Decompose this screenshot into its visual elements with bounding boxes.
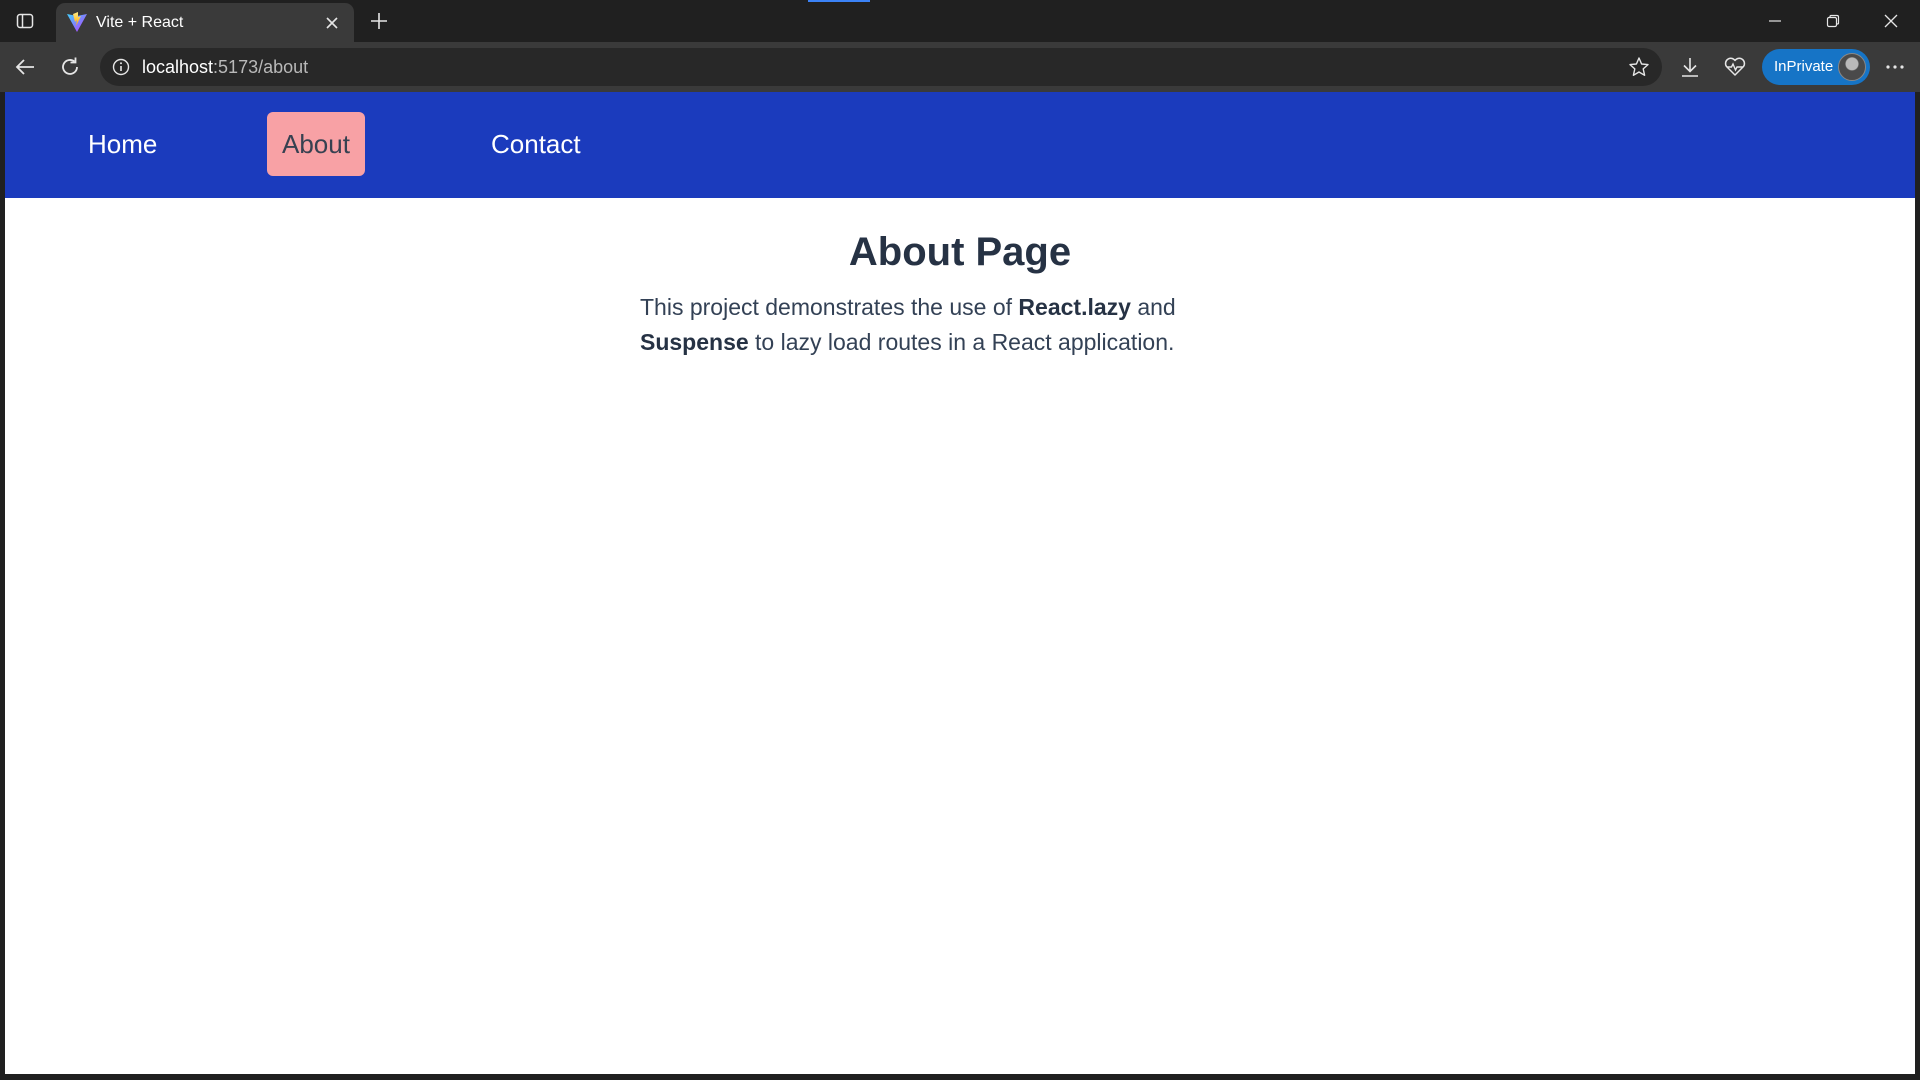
- refresh-icon[interactable]: [53, 50, 87, 84]
- title-bar: Vite + React: [0, 0, 1920, 43]
- inprivate-label: InPrivate: [1774, 58, 1834, 75]
- browser-toolbar: localhost:5173/about InPrivate: [0, 42, 1920, 92]
- url-host: localhost: [142, 57, 214, 77]
- minimize-icon[interactable]: [1752, 6, 1798, 36]
- tab-title: Vite + React: [96, 14, 184, 31]
- para-text-2: and: [1130, 294, 1176, 320]
- intro-paragraph: This project demonstrates the use of Rea…: [640, 290, 1280, 360]
- nav-link-about[interactable]: About: [267, 112, 365, 176]
- nav-link-home[interactable]: Home: [73, 112, 172, 176]
- plus-icon[interactable]: [364, 6, 394, 36]
- close-icon[interactable]: [320, 11, 344, 35]
- download-icon[interactable]: [1673, 50, 1707, 84]
- close-window-icon[interactable]: [1868, 6, 1914, 36]
- url-path: :5173/about: [213, 57, 309, 77]
- page-title: About Page: [848, 230, 1072, 274]
- star-icon[interactable]: [1626, 54, 1652, 80]
- back-icon[interactable]: [8, 50, 42, 84]
- navbar: Home About Contact: [5, 92, 1915, 198]
- avatar: [1838, 53, 1866, 81]
- sidebar-icon[interactable]: [12, 8, 38, 34]
- heartbeat-icon[interactable]: [1718, 50, 1752, 84]
- para-text-1: This project demonstrates the use of: [640, 294, 1019, 320]
- more-icon[interactable]: [1878, 50, 1912, 84]
- restore-icon[interactable]: [1810, 6, 1856, 36]
- vite-logo-icon: [66, 11, 90, 35]
- para-bold-react-lazy: React.lazy: [1018, 294, 1131, 320]
- info-icon[interactable]: [110, 56, 132, 78]
- url-text[interactable]: localhost:5173/about: [142, 57, 308, 77]
- para-bold-suspense: Suspense: [640, 329, 749, 355]
- window-bottom-edge: [0, 1074, 1920, 1080]
- para-text-3: to lazy load routes in a React applicati…: [748, 329, 1175, 355]
- nav-link-contact[interactable]: Contact: [476, 112, 596, 176]
- address-bar[interactable]: localhost:5173/about: [100, 48, 1662, 86]
- browser-tab[interactable]: Vite + React: [56, 3, 354, 43]
- page-viewport: Home About Contact About Page This proje…: [5, 92, 1915, 1074]
- tab-indicator: [808, 0, 870, 2]
- inprivate-badge[interactable]: InPrivate: [1762, 49, 1870, 85]
